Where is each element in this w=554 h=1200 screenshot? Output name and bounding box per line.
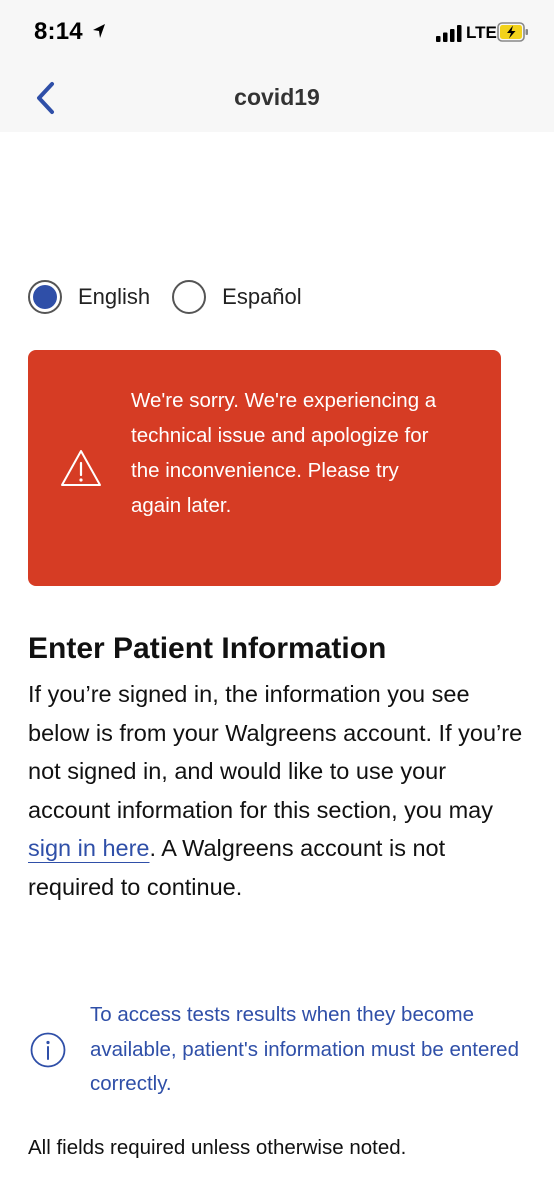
- info-icon: [30, 1032, 66, 1068]
- location-arrow-icon: [93, 24, 105, 38]
- alert-message: We're sorry. We're experiencing a techni…: [131, 389, 437, 517]
- sign-in-link[interactable]: sign in here: [28, 835, 150, 861]
- radio-option-english[interactable]: English: [28, 280, 150, 314]
- network-type: LTE: [466, 23, 497, 42]
- section-title: Enter Patient Information: [28, 632, 387, 665]
- page-title: covid19: [234, 84, 320, 110]
- radio-label-english: English: [78, 284, 151, 309]
- description-text-start: If you’re signed in, the information you…: [28, 681, 523, 823]
- warning-icon: [61, 450, 101, 486]
- radio-label-espanol: Español: [222, 284, 302, 309]
- section-description: If you’re signed in, the information you…: [28, 675, 533, 906]
- cellular-signal-icon: [436, 25, 462, 42]
- radio-button-espanol[interactable]: [172, 280, 207, 314]
- language-selector: English Español: [28, 277, 324, 317]
- error-alert: We're sorry. We're experiencing a techni…: [28, 350, 501, 586]
- nav-bar: covid19: [0, 62, 554, 132]
- required-fields-note: All fields required unless otherwise not…: [28, 1136, 407, 1159]
- radio-selected-dot: [33, 285, 57, 309]
- radio-button-english[interactable]: [28, 280, 62, 314]
- status-bar: 8:14 LTE: [0, 0, 554, 62]
- radio-option-espanol[interactable]: Español: [172, 280, 302, 314]
- info-message: To access tests results when they become…: [90, 1003, 519, 1095]
- status-time: 8:14: [34, 18, 83, 45]
- battery-charging-icon: [497, 22, 528, 42]
- screen: 8:14 LTE covid19 English Español We're s…: [0, 0, 554, 1200]
